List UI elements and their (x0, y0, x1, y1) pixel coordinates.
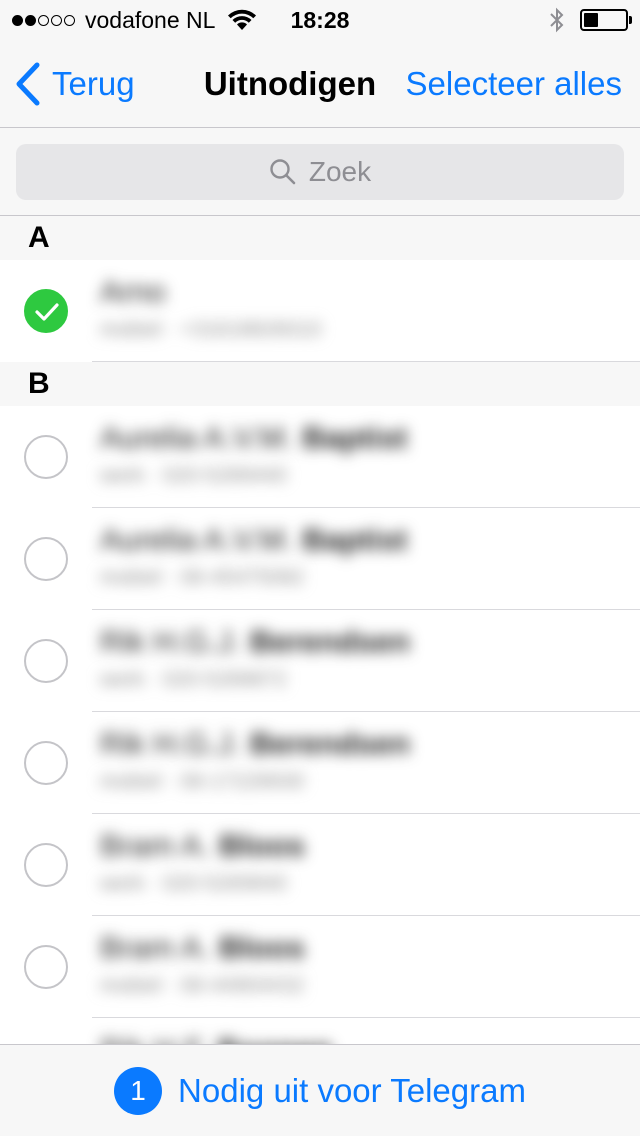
back-button-label: Terug (52, 65, 135, 102)
contact-info: Bram A. Bloos werk · 020-5269940 (86, 814, 472, 916)
contact-last-name: Baptist (302, 522, 408, 557)
contact-info: Aurelia A.V.M. Baptist werk · 020-5289440 (86, 406, 472, 508)
page-title: Uitnodigen (203, 65, 377, 102)
contact-info: Bram A. Bloos mobiel · 06-44904432 (86, 916, 472, 1018)
status-bar: vodafone NL 18:28 (0, 0, 640, 40)
contact-first-name: Arno (100, 274, 166, 309)
checkbox-empty-icon[interactable] (24, 639, 68, 683)
contact-info: Aurelia A.V.M. Baptist mobiel · 06-454750… (86, 508, 472, 610)
contact-phone: werk · 020-5289440 (100, 464, 287, 487)
search-area: Zoek (0, 128, 640, 216)
contact-name: Aurelia A.V.M. Baptist (100, 522, 407, 558)
contact-row[interactable]: Aurelia A.V.M. Baptist mobiel · 06-454750… (0, 508, 640, 610)
contact-last-name: Baptist (302, 420, 408, 455)
contact-last-name: Berendsen (249, 624, 411, 659)
bluetooth-icon (550, 7, 564, 33)
contact-info: Arno mobiel · +31618826010 (86, 260, 472, 362)
checkbox-empty-icon[interactable] (24, 741, 68, 785)
checkbox-empty-icon[interactable] (24, 537, 68, 581)
search-input[interactable]: Zoek (16, 144, 624, 200)
contact-phone: werk · 020-5269940 (100, 872, 287, 895)
contact-phone: mobiel · 06-45475082 (100, 566, 305, 589)
contact-last-name: Bloos (218, 930, 306, 965)
search-placeholder: Zoek (308, 156, 372, 187)
contact-row[interactable]: Rik H.G.J. Berendsen werk · 020-5289872 (0, 610, 640, 712)
contact-first-name: Bram A. (100, 828, 211, 863)
invite-button-label: Nodig uit voor Telegram (178, 1071, 526, 1109)
status-time: 18:28 (290, 7, 350, 33)
contact-first-name: Rik H.G.J. (100, 624, 242, 659)
battery-level (584, 13, 598, 27)
contact-phone: mobiel · 06-17228930 (100, 770, 305, 793)
checkmark-selected-icon[interactable] (24, 289, 68, 333)
contact-name: Rik H.G.J. Berendsen (100, 726, 410, 762)
contact-row[interactable]: Aurelia A.V.M. Baptist werk · 020-5289440 (0, 406, 640, 508)
contact-name: Bram A. Bloos (100, 828, 305, 864)
contact-info: Rik H.G.J. Berendsen werk · 020-5289872 (86, 610, 472, 712)
contact-last-name: Berendsen (249, 726, 411, 761)
navigation-bar: Terug Uitnodigen Selecteer alles (0, 40, 640, 128)
section-header: B (0, 362, 640, 406)
contact-phone: mobiel · +31618826010 (100, 318, 322, 341)
checkmark-icon (35, 303, 59, 321)
contact-row[interactable]: Rik H.G.J. Berendsen mobiel · 06-17228930 (0, 712, 640, 814)
checkbox-empty-icon[interactable] (24, 945, 68, 989)
contact-name: Bram A. Bloos (100, 930, 305, 966)
contact-name: Arno (100, 274, 165, 310)
selected-count-badge: 1 (114, 1066, 163, 1115)
contact-first-name: Rik H.G.J. (100, 726, 242, 761)
contact-name: Rik H.G.J. Berendsen (100, 624, 410, 660)
checkbox-empty-icon[interactable] (24, 435, 68, 479)
contact-first-name: Aurelia A.V.M. (100, 420, 294, 455)
contact-first-name: Bram A. (100, 930, 211, 965)
contact-info: Rik H.G.J. Berendsen mobiel · 06-17228930 (86, 712, 472, 814)
contact-first-name: Aurelia A.V.M. (100, 522, 294, 557)
select-all-button[interactable]: Selecteer alles (406, 40, 622, 128)
chevron-left-icon (16, 62, 40, 106)
status-right (548, 6, 632, 34)
contact-name: Aurelia A.V.M. Baptist (100, 420, 407, 456)
section-header: A (0, 216, 640, 260)
invite-button[interactable]: 1 Nodig uit voor Telegram (0, 1044, 640, 1136)
contact-row[interactable]: Bram A. Bloos werk · 020-5269940 (0, 814, 640, 916)
contact-last-name: Bloos (218, 828, 306, 863)
back-button[interactable]: Terug (14, 40, 135, 128)
search-icon (270, 159, 296, 185)
checkbox-empty-icon[interactable] (24, 843, 68, 887)
contact-row[interactable]: Arno mobiel · +31618826010 (0, 260, 640, 362)
contact-phone: mobiel · 06-44904432 (100, 974, 305, 997)
contact-row[interactable]: Bram A. Bloos mobiel · 06-44904432 (0, 916, 640, 1018)
battery-icon (580, 9, 632, 31)
contact-phone: werk · 020-5289872 (100, 668, 287, 691)
